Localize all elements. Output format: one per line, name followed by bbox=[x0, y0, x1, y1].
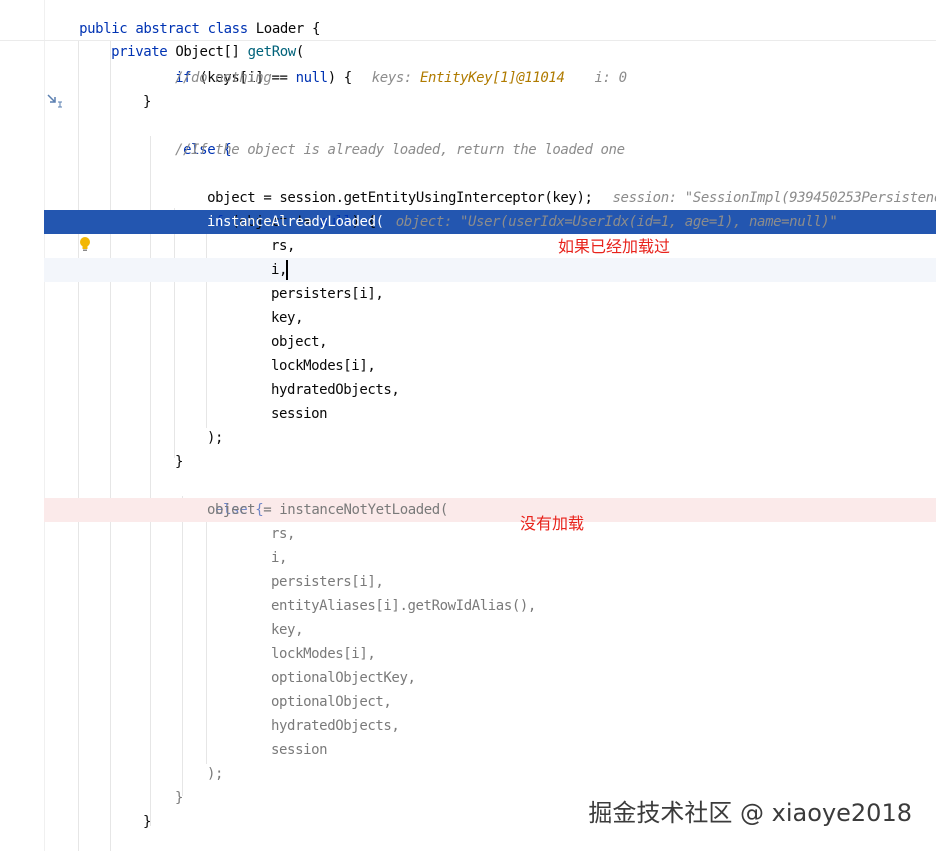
code-line[interactable]: object = session.getEntityUsingIntercept… bbox=[175, 162, 936, 206]
code-line[interactable]: else { bbox=[151, 114, 232, 158]
code-line[interactable]: ); bbox=[207, 426, 223, 450]
code-line[interactable]: persisters[i], bbox=[271, 570, 384, 594]
editor-gutter[interactable] bbox=[0, 0, 44, 851]
code-token: ) { bbox=[327, 70, 352, 86]
code-line[interactable]: lockModes[i], bbox=[271, 354, 376, 378]
code-line[interactable]: hydratedObjects, bbox=[271, 714, 400, 738]
sticky-method-line[interactable]: private Object[] getRow( bbox=[79, 16, 304, 60]
code-line[interactable]: key, bbox=[271, 306, 304, 330]
code-line[interactable]: hydratedObjects, bbox=[271, 378, 400, 402]
code-token: null bbox=[295, 70, 329, 86]
code-line[interactable]: rs, bbox=[271, 234, 295, 258]
indent-guide bbox=[150, 136, 151, 826]
hint-value: i: 0 bbox=[594, 70, 628, 86]
code-line[interactable]: optionalObjectKey, bbox=[271, 666, 416, 690]
code-line[interactable]: } bbox=[175, 450, 183, 474]
annotation-already-loaded: 如果已经加载过 bbox=[558, 237, 671, 256]
code-line[interactable]: ); bbox=[207, 762, 223, 786]
code-line[interactable]: else { bbox=[183, 474, 264, 518]
code-line[interactable]: if (object != null) {object: "User(userI… bbox=[175, 186, 838, 230]
debug-inline-hint: keys: EntityKey[1]@11014 i: 0 bbox=[372, 70, 627, 86]
code-line[interactable]: optionalObject, bbox=[271, 690, 392, 714]
debug-inline-hint: object: "User(userIdx=UserIdx(id=1, age=… bbox=[395, 214, 838, 230]
code-line[interactable]: session bbox=[271, 738, 328, 762]
watermark: 掘金技术社区 @ xiaoye2018 bbox=[588, 799, 912, 827]
step-into-icon[interactable] bbox=[46, 93, 64, 109]
code-line[interactable]: if (keys[i] == null) {keys: EntityKey[1]… bbox=[143, 42, 627, 86]
code-line[interactable]: i, bbox=[271, 258, 287, 282]
hint-value: EntityKey[1]@11014 bbox=[419, 70, 565, 86]
code-line[interactable]: persisters[i], bbox=[271, 282, 384, 306]
code-line[interactable]: } bbox=[143, 90, 151, 114]
highlighted-line bbox=[44, 498, 936, 522]
code-line[interactable]: entityAliases[i].getRowIdAlias(), bbox=[271, 594, 536, 618]
code-line[interactable]: key, bbox=[271, 618, 304, 642]
code-line[interactable]: instanceAlreadyLoaded( bbox=[207, 210, 384, 234]
text-caret bbox=[286, 260, 288, 280]
lightbulb-icon[interactable] bbox=[79, 236, 91, 252]
code-line[interactable]: object, bbox=[271, 330, 328, 354]
code-line[interactable]: session bbox=[271, 402, 328, 426]
indent-guide bbox=[78, 40, 79, 851]
annotation-not-loaded: 没有加载 bbox=[520, 514, 585, 533]
indent-guide bbox=[206, 520, 207, 764]
code-line[interactable]: object = instanceNotYetLoaded( bbox=[207, 498, 448, 522]
indent-guide bbox=[110, 40, 111, 851]
sticky-class-line[interactable]: public abstract class Loader { bbox=[47, 0, 320, 37]
code-line[interactable]: //do nothing bbox=[175, 66, 272, 90]
current-caret-line bbox=[44, 258, 936, 282]
code-editor[interactable]: public abstract class Loader { private O… bbox=[0, 0, 936, 851]
code-line[interactable]: i, bbox=[271, 546, 287, 570]
code-line[interactable]: } bbox=[175, 786, 183, 810]
hint-label: keys: bbox=[371, 70, 413, 86]
code-line[interactable]: } bbox=[143, 810, 151, 834]
gutter-divider bbox=[44, 0, 45, 851]
code-line[interactable]: lockModes[i], bbox=[271, 642, 376, 666]
code-line[interactable]: //If the object is already loaded, retur… bbox=[175, 138, 625, 162]
code-line[interactable]: rs, bbox=[271, 522, 295, 546]
